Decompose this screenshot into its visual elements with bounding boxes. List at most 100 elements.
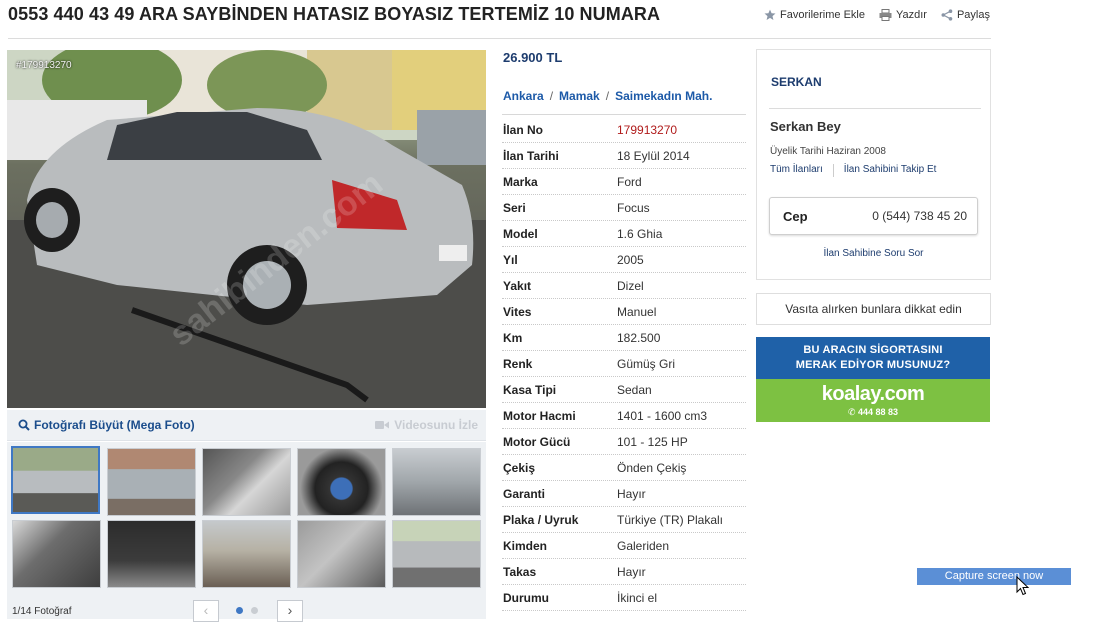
- thumbs-page-dot-2[interactable]: [251, 607, 258, 614]
- video-button[interactable]: Videosunu İzle: [375, 418, 478, 432]
- spec-row: Durumu İkinci el: [502, 585, 746, 611]
- photo-toolbar: Fotoğrafı Büyüt (Mega Foto) Videosunu İz…: [7, 410, 486, 441]
- main-photo[interactable]: sahibinden.com #179913270: [7, 50, 486, 408]
- spec-value: 101 - 125 HP: [617, 435, 688, 449]
- photo-count: 1/14 Fotoğraf: [12, 606, 72, 617]
- spec-row: Motor Gücü 101 - 125 HP: [502, 429, 746, 455]
- car-photo-image: [7, 50, 486, 408]
- all-listings-link[interactable]: Tüm İlanları: [770, 164, 823, 177]
- ad-line-2: MERAK EDİYOR MUSUNUZ?: [795, 359, 951, 371]
- listing-actions: Favorilerime Ekle Yazdır Paylaş: [764, 9, 990, 21]
- mouse-cursor-icon: [1016, 576, 1030, 596]
- thumb-8[interactable]: [202, 520, 291, 588]
- spec-label: Plaka / Uyruk: [503, 513, 579, 527]
- spec-label: Marka: [503, 175, 538, 189]
- thumb-3[interactable]: [202, 448, 291, 516]
- phone-box[interactable]: Cep 0 (544) 738 45 20: [769, 197, 978, 235]
- thumb-9[interactable]: [297, 520, 386, 588]
- spec-value: Ford: [617, 175, 642, 189]
- share-label: Paylaş: [956, 9, 990, 21]
- spec-label: Renk: [503, 357, 533, 371]
- spec-value: Dizel: [617, 279, 644, 293]
- spec-row: Seri Focus: [502, 195, 746, 221]
- location-breadcrumb: Ankara / Mamak / Saimekadın Mah.: [503, 89, 713, 103]
- spec-label: Model: [503, 227, 538, 241]
- seller-links: Tüm İlanları İlan Sahibini Takip Et: [770, 164, 936, 177]
- spec-value: 1401 - 1600 cm3: [617, 409, 708, 423]
- ad-top-band: BU ARACIN SİGORTASINI MERAK EDİYOR MUSUN…: [756, 337, 990, 379]
- thumbs-page-dot-1[interactable]: [236, 607, 243, 614]
- spec-value: Sedan: [617, 383, 652, 397]
- ad-line-1: BU ARACIN SİGORTASINI: [803, 344, 943, 356]
- spec-value: Focus: [617, 201, 650, 215]
- spec-label: Km: [503, 331, 523, 345]
- thumb-1[interactable]: [11, 446, 100, 514]
- location-neighborhood-link[interactable]: Saimekadın Mah.: [615, 89, 712, 103]
- thumb-7[interactable]: [107, 520, 196, 588]
- spec-label: Garanti: [503, 487, 546, 501]
- thumb-2[interactable]: [107, 448, 196, 516]
- favorite-button[interactable]: Favorilerime Ekle: [764, 9, 865, 21]
- thumb-10[interactable]: [392, 520, 481, 588]
- safety-warning-link[interactable]: Vasıta alırken bunlara dikkat edin: [756, 293, 991, 325]
- spec-table: İlan No 179913270 İlan Tarihi 18 Eylül 2014…: [502, 117, 746, 611]
- spec-row: Plaka / Uyruk Türkiye (TR) Plakalı: [502, 507, 746, 533]
- spec-value: Galeriden: [617, 539, 670, 553]
- spec-label: Seri: [503, 201, 526, 215]
- share-button[interactable]: Paylaş: [941, 9, 990, 21]
- print-button[interactable]: Yazdır: [879, 9, 927, 21]
- spec-value: İkinci el: [617, 591, 658, 605]
- spec-row: İlan No 179913270: [502, 117, 746, 143]
- spec-row: Kimden Galeriden: [502, 533, 746, 559]
- ad-brand: koalay.com: [821, 383, 925, 405]
- thumb-5[interactable]: [392, 448, 481, 516]
- ad-phone: ✆ 444 88 83: [756, 407, 990, 418]
- link-separator: [832, 164, 834, 177]
- spec-value: Önden Çekiş: [617, 461, 687, 475]
- spec-row: Model 1.6 Ghia: [502, 221, 746, 247]
- star-icon: [764, 9, 776, 20]
- seller-shop-name[interactable]: SERKAN: [771, 75, 822, 89]
- location-district-link[interactable]: Mamak: [559, 89, 600, 103]
- spec-row: Motor Hacmi 1401 - 1600 cm3: [502, 403, 746, 429]
- spec-value: 179913270: [617, 123, 678, 137]
- favorite-label: Favorilerime Ekle: [780, 9, 865, 21]
- spec-label: Motor Gücü: [503, 435, 571, 449]
- insurance-ad-banner[interactable]: BU ARACIN SİGORTASINI MERAK EDİYOR MUSUN…: [756, 337, 990, 422]
- spec-label: Çekiş: [503, 461, 536, 475]
- spec-label: Kimden: [503, 539, 548, 553]
- spec-value: Hayır: [617, 565, 646, 579]
- spec-value: Manuel: [617, 305, 657, 319]
- ask-seller-link[interactable]: İlan Sahibine Soru Sor: [757, 248, 990, 259]
- spec-label: İlan Tarihi: [503, 149, 559, 163]
- capture-screen-button[interactable]: Capture screen now: [917, 568, 1071, 585]
- phone-label: Cep: [783, 209, 808, 224]
- mega-photo-button[interactable]: Fotoğrafı Büyüt (Mega Foto): [18, 418, 195, 432]
- spec-row: Takas Hayır: [502, 559, 746, 585]
- video-camera-icon: [375, 421, 390, 429]
- spec-value: 2005: [617, 253, 644, 267]
- spec-label: Yıl: [503, 253, 518, 267]
- spec-row: Yıl 2005: [502, 247, 746, 273]
- spec-label: Motor Hacmi: [503, 409, 576, 423]
- spec-value: 182.500: [617, 331, 661, 345]
- spec-value: 18 Eylül 2014: [617, 149, 690, 163]
- seller-box: SERKAN Serkan Bey Üyelik Tarihi Haziran …: [756, 49, 991, 280]
- seller-divider: [769, 108, 981, 109]
- mega-photo-label: Fotoğrafı Büyüt (Mega Foto): [34, 418, 195, 432]
- thumb-4[interactable]: [297, 448, 386, 516]
- phone-icon: ✆: [847, 407, 856, 417]
- spec-row: Çekiş Önden Çekiş: [502, 455, 746, 481]
- location-city-link[interactable]: Ankara: [503, 89, 544, 103]
- listing-title: 0553 440 43 49 ARA SAYBİNDEN HATASIZ BOY…: [8, 4, 661, 24]
- phone-number: 0 (544) 738 45 20: [872, 209, 967, 223]
- spec-label: Yakıt: [503, 279, 532, 293]
- seller-name: Serkan Bey: [770, 119, 841, 134]
- spec-row: Vites Manuel: [502, 299, 746, 325]
- follow-seller-link[interactable]: İlan Sahibini Takip Et: [844, 164, 937, 177]
- print-label: Yazdır: [895, 9, 927, 21]
- thumb-6[interactable]: [12, 520, 101, 588]
- photo-id: #179913270: [16, 60, 72, 71]
- video-label: Videosunu İzle: [394, 418, 478, 432]
- member-since: Üyelik Tarihi Haziran 2008: [770, 146, 886, 157]
